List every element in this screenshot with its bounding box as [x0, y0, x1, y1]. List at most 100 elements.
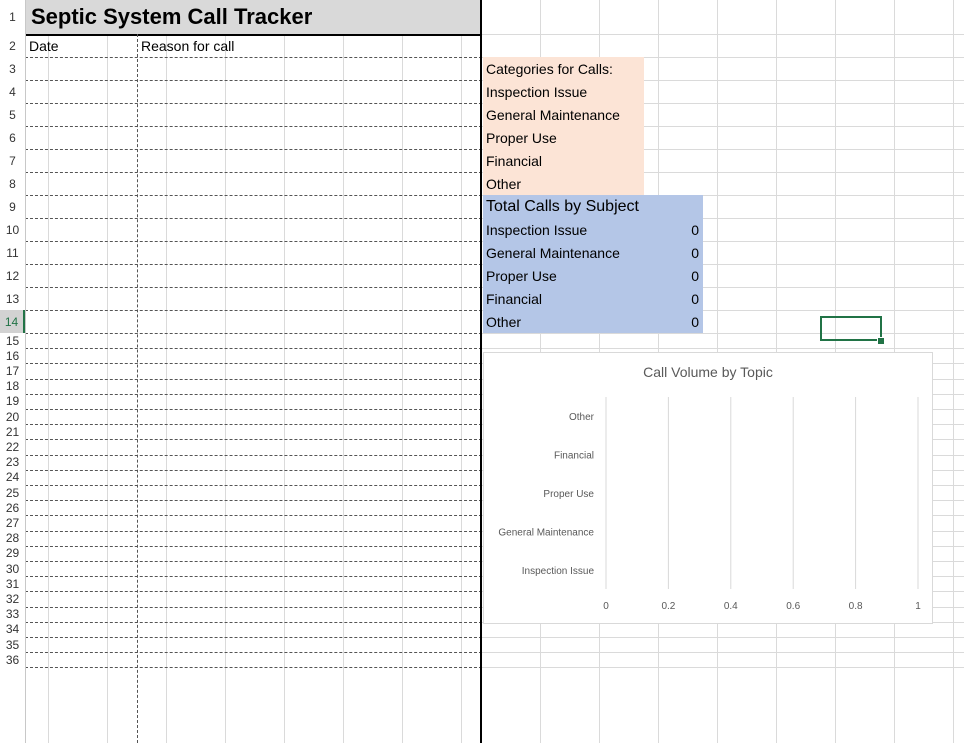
chart-title: Call Volume by Topic: [643, 364, 773, 380]
row-header[interactable]: 17: [0, 363, 25, 378]
row-header[interactable]: 11: [0, 241, 25, 264]
grid-row-line: [482, 652, 964, 654]
table-row-line: [25, 576, 482, 578]
chart-x-tick-label: 0: [603, 601, 609, 612]
row-header[interactable]: 34: [0, 622, 25, 637]
table-row-line: [25, 606, 482, 608]
row-header[interactable]: 7: [0, 149, 25, 172]
header-date[interactable]: Date: [29, 34, 59, 57]
row-header[interactable]: 10: [0, 218, 25, 241]
row-header[interactable]: 5: [0, 103, 25, 126]
fill-handle[interactable]: [877, 337, 885, 345]
category-item[interactable]: Inspection Issue: [483, 80, 644, 103]
grid-row-line: [482, 348, 964, 350]
table-row-line: [25, 378, 482, 380]
row-header[interactable]: 22: [0, 439, 25, 454]
category-item[interactable]: Financial: [483, 149, 644, 172]
table-row-line: [25, 409, 482, 410]
totals-label[interactable]: Inspection Issue: [483, 218, 644, 241]
table-row-line: [25, 652, 482, 654]
totals-label[interactable]: Financial: [483, 287, 644, 310]
chart-category-label: Other: [569, 412, 595, 423]
row-header[interactable]: 20: [0, 409, 25, 424]
totals-header[interactable]: Total Calls by Subject: [483, 195, 703, 218]
call-volume-chart: Call Volume by Topic 0 0.2 0.4 0.6 0.8 1 Inspec…: [498, 364, 921, 612]
table-row-line: [25, 80, 482, 81]
table-row-line: [25, 637, 482, 638]
table-row-line: [25, 545, 482, 547]
table-row-line: [25, 424, 482, 426]
table-row-line: [25, 485, 482, 486]
row-header[interactable]: 12: [0, 264, 25, 287]
row-header[interactable]: 27: [0, 515, 25, 530]
table-row-line: [25, 264, 482, 265]
title-bottom-border: [25, 34, 482, 36]
totals-value[interactable]: 0: [644, 310, 703, 333]
chart-category-label: Financial: [554, 451, 594, 462]
row-header[interactable]: 2: [0, 34, 25, 57]
chart-x-tick-label: 0.6: [786, 601, 800, 612]
row-header[interactable]: 18: [0, 379, 25, 394]
totals-label[interactable]: Proper Use: [483, 264, 644, 287]
row-header[interactable]: 30: [0, 561, 25, 576]
categories-header[interactable]: Categories for Calls:: [483, 57, 644, 80]
totals-value[interactable]: 0: [644, 241, 703, 264]
row-header[interactable]: 3: [0, 57, 25, 80]
category-item[interactable]: Proper Use: [483, 126, 644, 149]
table-row-line: [25, 57, 482, 58]
row-header[interactable]: 14: [0, 310, 25, 333]
column-divider-date: [137, 34, 138, 743]
row-header[interactable]: 13: [0, 287, 25, 310]
grid-row-line: [482, 34, 964, 35]
header-reason[interactable]: Reason for call: [141, 34, 234, 57]
chart-category-label: Proper Use: [543, 489, 594, 500]
row-header[interactable]: 4: [0, 80, 25, 103]
totals-label[interactable]: General Maintenance: [483, 241, 644, 264]
row-header[interactable]: 23: [0, 455, 25, 470]
table-row-line: [25, 621, 482, 623]
table-row-line: [25, 310, 482, 311]
table-row-line: [25, 172, 482, 173]
row-header[interactable]: 8: [0, 172, 25, 195]
table-row-line: [25, 241, 482, 242]
grid-row-line: [482, 637, 964, 638]
table-row-line: [25, 454, 482, 456]
row-header[interactable]: 25: [0, 485, 25, 500]
selected-cell[interactable]: [820, 316, 882, 341]
grid-row-line: [482, 333, 964, 334]
row-header[interactable]: 24: [0, 470, 25, 485]
row-header[interactable]: 29: [0, 546, 25, 561]
row-header[interactable]: 26: [0, 500, 25, 515]
category-item[interactable]: Other: [483, 172, 644, 195]
row-header[interactable]: 28: [0, 531, 25, 546]
row-header[interactable]: 1: [0, 0, 25, 34]
table-row-line: [25, 218, 482, 219]
table-row-line: [25, 195, 482, 196]
row-header[interactable]: 15: [0, 333, 25, 348]
row-header[interactable]: 21: [0, 424, 25, 439]
table-row-line: [25, 287, 482, 288]
row-header[interactable]: 36: [0, 652, 25, 667]
category-item[interactable]: General Maintenance: [483, 103, 644, 126]
row-header[interactable]: 31: [0, 576, 25, 591]
table-row-line: [25, 530, 482, 532]
row-header[interactable]: 6: [0, 126, 25, 149]
chart-x-tick-label: 0.2: [661, 601, 675, 612]
sheet-title[interactable]: Septic System Call Tracker: [27, 0, 477, 34]
row-header[interactable]: 19: [0, 394, 25, 409]
row-header[interactable]: 35: [0, 637, 25, 652]
row-header[interactable]: 16: [0, 348, 25, 363]
totals-label[interactable]: Other: [483, 310, 644, 333]
chart-frame[interactable]: Call Volume by Topic 0 0.2 0.4 0.6 0.8 1 Inspec…: [483, 352, 933, 624]
table-row-line: [25, 500, 482, 502]
totals-value[interactable]: 0: [644, 264, 703, 287]
row-header[interactable]: 32: [0, 591, 25, 606]
row-header[interactable]: 33: [0, 607, 25, 622]
table-row-line: [25, 561, 482, 562]
table-row-line: [25, 149, 482, 150]
totals-value[interactable]: 0: [644, 218, 703, 241]
row-header[interactable]: 9: [0, 195, 25, 218]
table-row-line: [25, 126, 482, 127]
totals-value[interactable]: 0: [644, 287, 703, 310]
table-row-line: [25, 333, 482, 334]
